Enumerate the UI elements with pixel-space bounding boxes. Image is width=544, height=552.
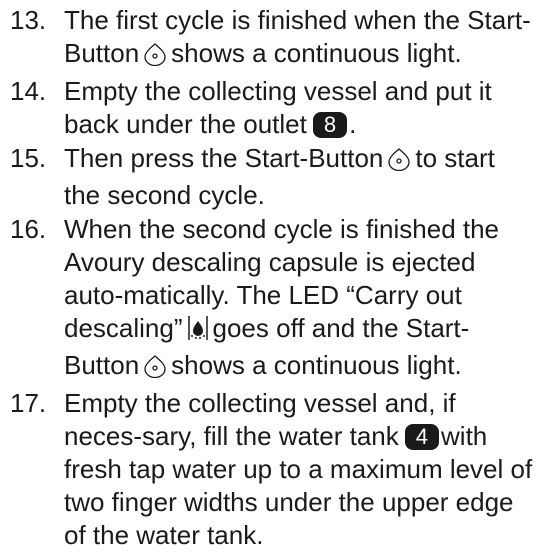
step-15: 15. Then press the Start-Button to start … [0,142,544,212]
step-number: 17. [10,388,47,418]
start-button-icon [143,353,167,386]
step-number: 16. [10,214,47,244]
descaling-led-icon [187,315,209,349]
step-text: Empty the collecting vessel and put it b… [64,76,492,139]
step-number: 13. [10,5,47,35]
step-text: Then press the Start-Button [64,143,384,173]
step-text: shows a continuous light. [171,38,462,68]
step-17: 17. Empty the collecting vessel and, if … [0,387,544,552]
start-button-icon [387,146,411,179]
step-text: . [349,109,357,139]
step-text: Empty the collecting vessel and, if nece… [64,388,456,451]
step-13: 13. The first cycle is finished when the… [0,4,544,74]
instruction-page: 13. The first cycle is finished when the… [0,0,544,550]
step-number: 15. [10,143,47,173]
water-tank-reference-badge: 4 [404,424,440,450]
start-button-icon [143,41,167,74]
outlet-reference-badge: 8 [312,112,348,138]
step-16: 16. When the second cycle is finished th… [0,213,544,386]
step-number: 14. [10,76,47,106]
step-text: shows a continuous light. [171,350,462,380]
step-14: 14. Empty the collecting vessel and put … [0,75,544,141]
